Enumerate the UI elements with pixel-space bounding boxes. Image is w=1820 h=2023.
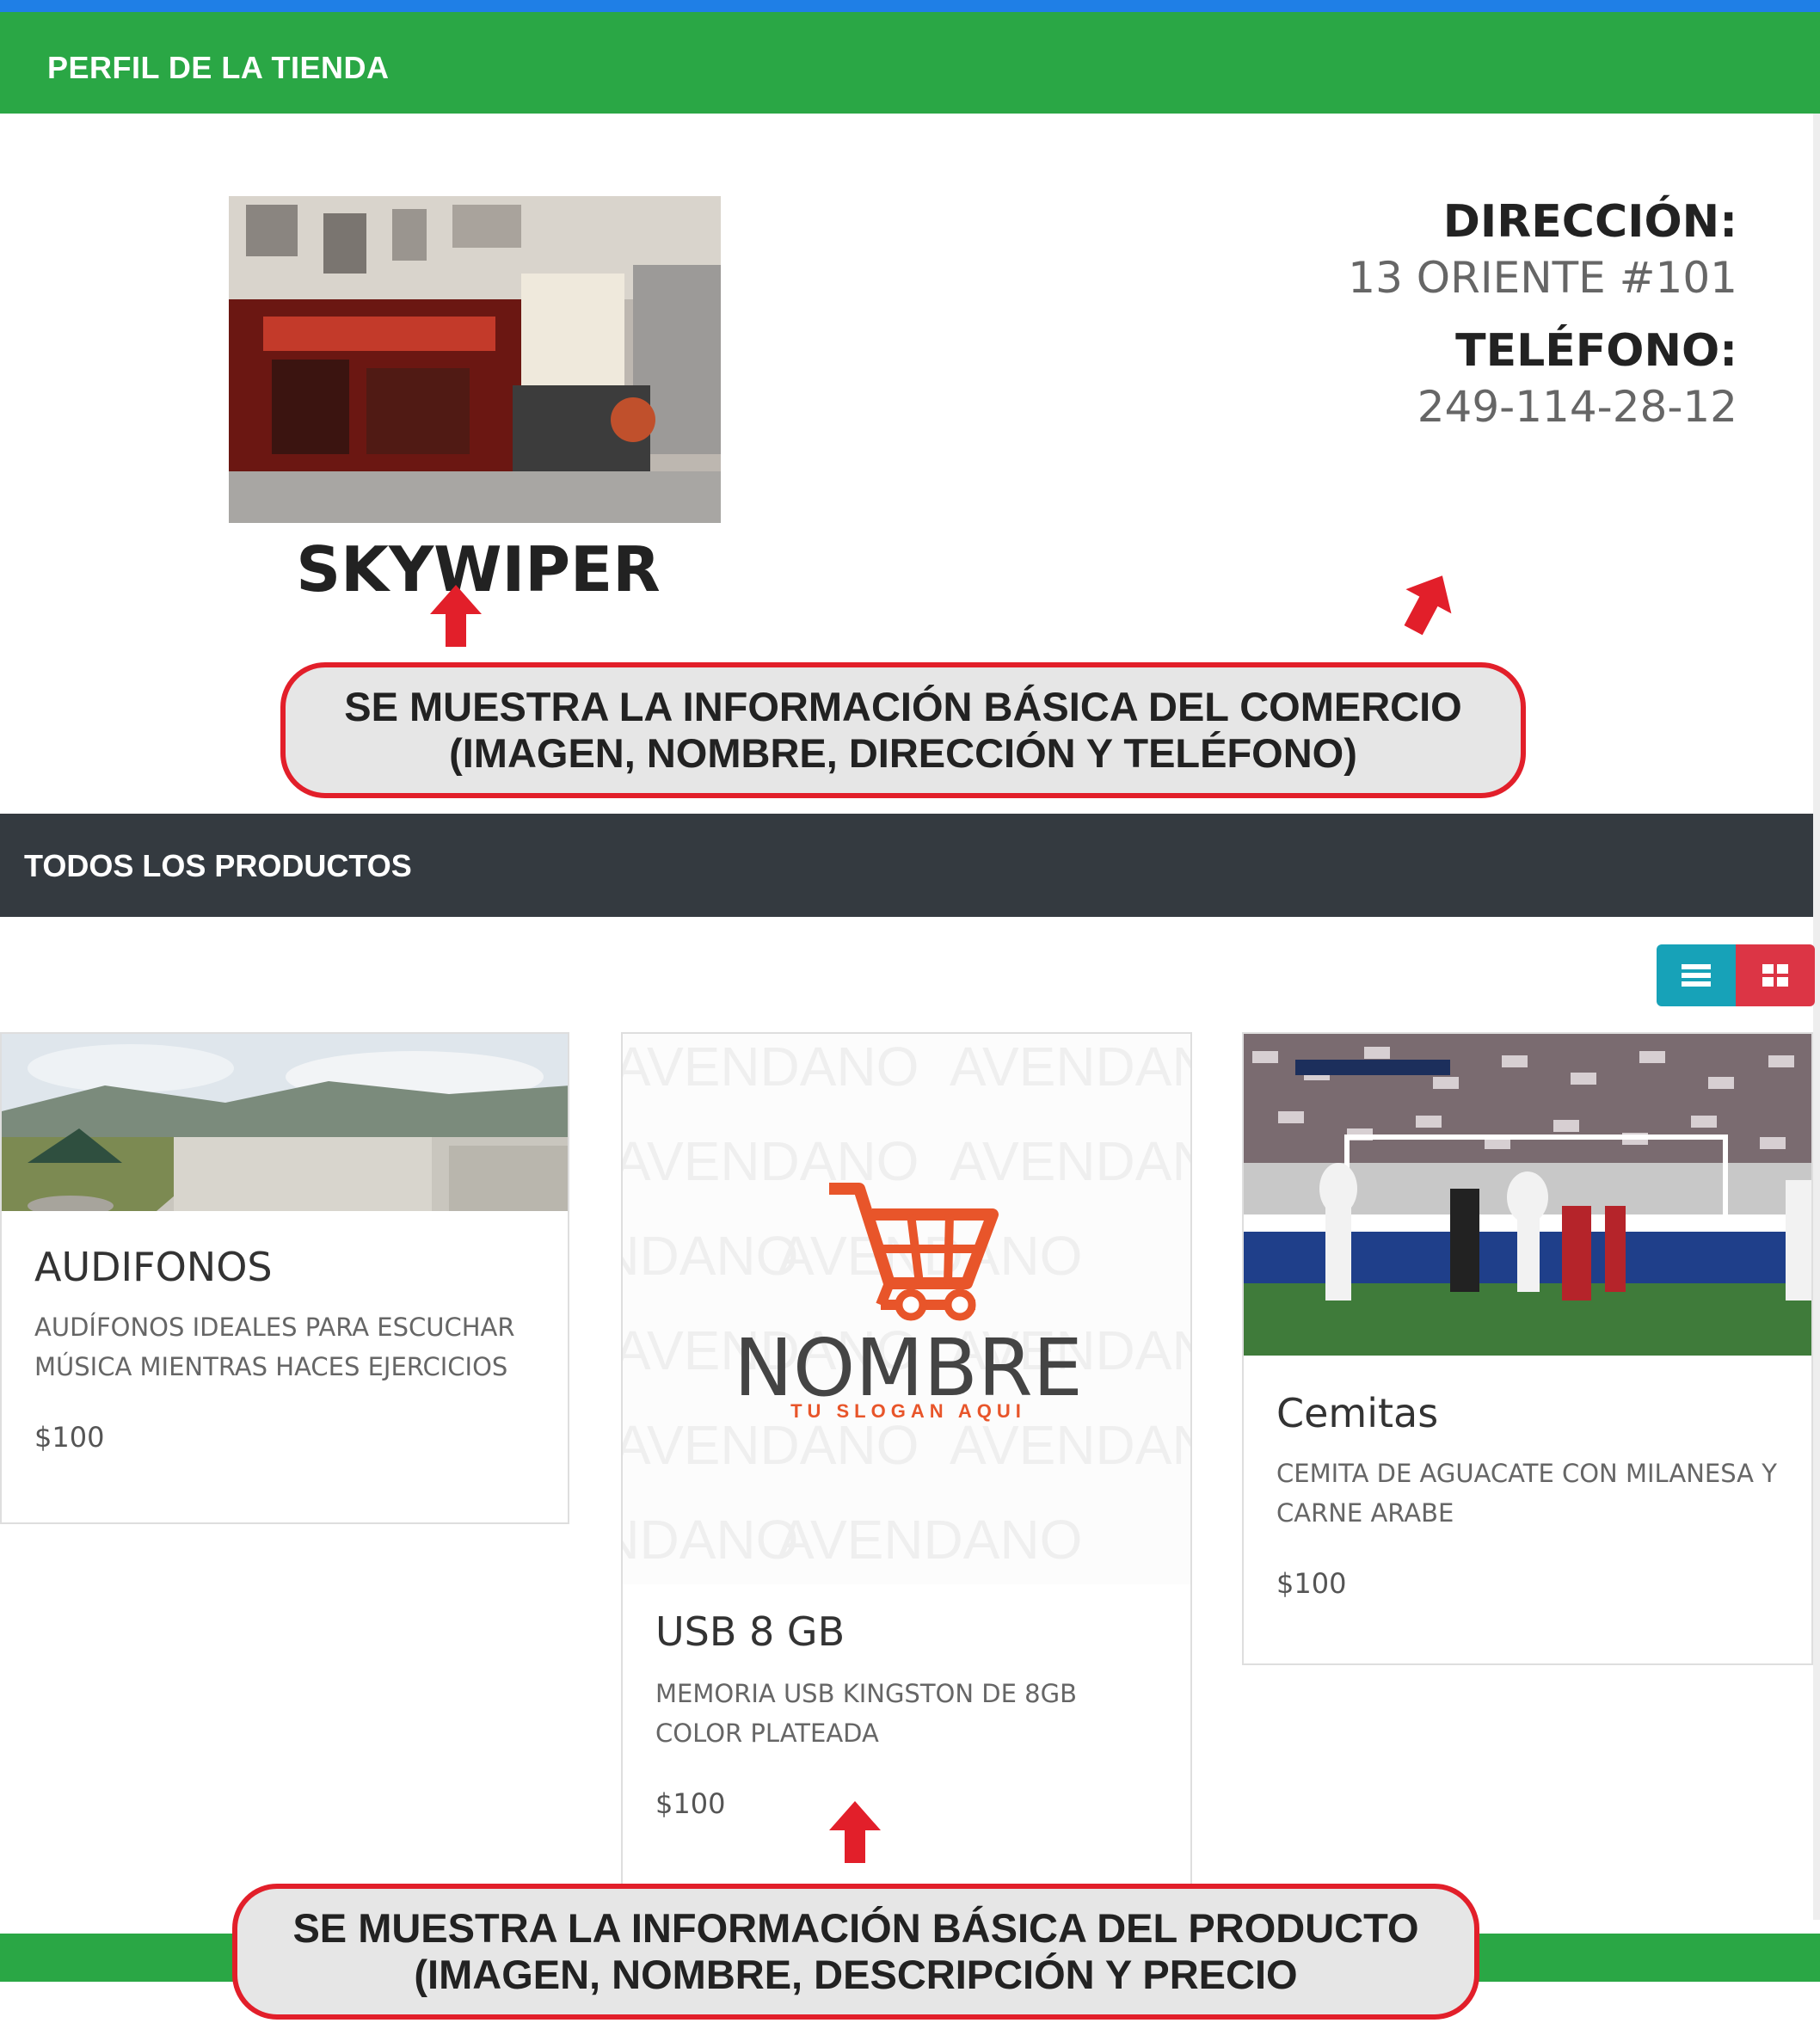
grid-icon [1762, 964, 1788, 987]
product-callout-line2: (IMAGEN, NOMBRE, DESCRIPCIÓN Y PRECIO [414, 1952, 1298, 1997]
product-price: $100 [1276, 1567, 1347, 1600]
product-price: $100 [655, 1787, 726, 1820]
store-info-callout: SE MUESTRA LA INFORMACIÓN BÁSICA DEL COM… [280, 662, 1526, 798]
product-card[interactable]: Cemitas CEMITA DE AGUACATE CON MILANESA … [1242, 1032, 1813, 1665]
product-name: AUDIFONOS [34, 1244, 273, 1290]
watermark-text: AVENDANO [778, 1509, 1082, 1571]
store-info: DIRECCIÓN: 13 ORIENTE #101 TELÉFONO: 249… [1348, 196, 1737, 454]
product-card[interactable]: AVENDANO AVENDANO AVENDANO AVENDANO AVEN… [621, 1032, 1192, 1934]
arrow-up-icon [430, 585, 482, 647]
list-icon [1682, 964, 1711, 987]
product-description: AUDÍFONOS IDEALES PARA ESCUCHAR MÚSICA M… [34, 1313, 515, 1381]
product-name: USB 8 GB [655, 1608, 845, 1655]
product-image [1244, 1034, 1811, 1356]
store-image [229, 196, 721, 523]
watermark-text: AVENDANO [623, 1414, 919, 1476]
watermark-text: AVENDANO [623, 1036, 919, 1098]
watermark-text: AVENDANO [950, 1414, 1190, 1476]
store-callout-line1: SE MUESTRA LA INFORMACIÓN BÁSICA DEL COM… [344, 683, 1462, 729]
phone-value: 249-114-28-12 [1417, 382, 1737, 432]
phone-label: TELÉFONO: [1455, 325, 1737, 377]
address-value: 13 ORIENTE #101 [1348, 253, 1737, 303]
store-callout-line2: (IMAGEN, NOMBRE, DIRECCIÓN Y TELÉFONO) [449, 730, 1357, 776]
product-info-callout: SE MUESTRA LA INFORMACIÓN BÁSICA DEL PRO… [232, 1884, 1479, 2020]
watermark-text: AVENDANO [623, 1130, 919, 1192]
list-view-button[interactable] [1657, 944, 1736, 1006]
watermark-text: AVENDANO [950, 1130, 1190, 1192]
store-profile-title: PERFIL DE LA TIENDA [47, 50, 390, 85]
store-profile-header: PERFIL DE LA TIENDA [0, 12, 1820, 114]
product-image [2, 1034, 568, 1211]
watermark-text: AVENDANO [623, 1225, 798, 1287]
products-header: TODOS LOS PRODUCTOS [0, 814, 1813, 917]
grid-view-button[interactable] [1736, 944, 1815, 1006]
products-title: TODOS LOS PRODUCTOS [24, 848, 412, 883]
product-description: CEMITA DE AGUACATE CON MILANESA Y CARNE … [1276, 1459, 1777, 1528]
logo-slogan: TU SLOGAN AQUI [790, 1400, 1026, 1422]
watermark-text: AVENDANO [950, 1036, 1190, 1098]
address-label: DIRECCIÓN: [1442, 196, 1737, 248]
product-description: MEMORIA USB KINGSTON DE 8GB COLOR PLATEA… [655, 1679, 1077, 1748]
product-card[interactable]: AUDIFONOS AUDÍFONOS IDEALES PARA ESCUCHA… [0, 1032, 569, 1524]
top-accent-line [0, 0, 1820, 12]
product-price: $100 [34, 1421, 105, 1454]
product-callout-line1: SE MUESTRA LA INFORMACIÓN BÁSICA DEL PRO… [292, 1904, 1419, 1951]
product-image: AVENDANO AVENDANO AVENDANO AVENDANO AVEN… [623, 1034, 1190, 1584]
product-name: Cemitas [1276, 1390, 1439, 1436]
scrollbar-track[interactable] [1813, 114, 1820, 1920]
arrow-up-right-icon [1404, 575, 1452, 636]
arrow-up-icon [829, 1801, 881, 1863]
watermark-text: AVENDANO [623, 1509, 798, 1571]
